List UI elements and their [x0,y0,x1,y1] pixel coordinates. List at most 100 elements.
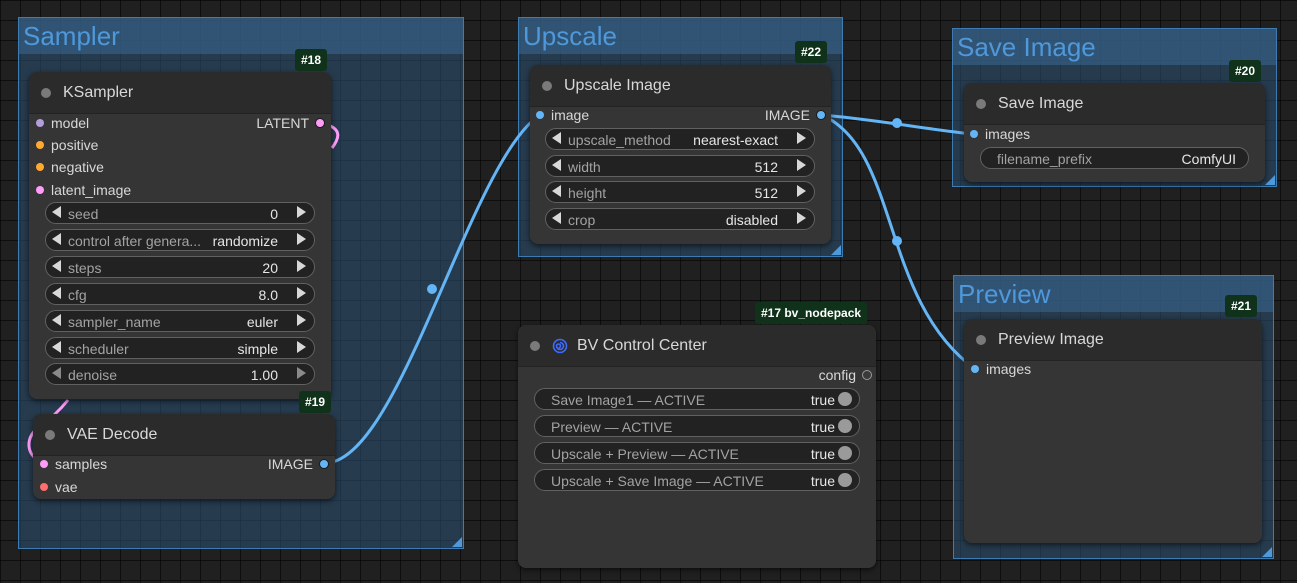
input-dot-icon[interactable] [40,460,48,468]
toggle-knob-icon[interactable] [838,419,852,433]
toggle-knob-icon[interactable] [838,446,852,460]
increment-arrow-icon[interactable] [297,287,306,299]
widget-cfg[interactable]: cfg 8.0 [45,283,315,305]
toggle-upscale-save-image[interactable]: Upscale + Save Image — ACTIVE true [534,469,860,491]
group-resize-handle[interactable] [1262,547,1272,557]
increment-arrow-icon[interactable] [797,212,806,224]
decrement-arrow-icon[interactable] [52,233,61,245]
collapse-dot-icon[interactable] [45,430,55,440]
decrement-arrow-icon[interactable] [52,260,61,272]
node-title-bar[interactable]: KSampler [29,72,331,114]
group-resize-handle[interactable] [831,245,841,255]
widget-denoise[interactable]: denoise 1.00 [45,363,315,385]
input-dot-icon[interactable] [970,130,978,138]
widget-value: nearest-exact [693,132,778,148]
widget-label: upscale_method [568,132,671,148]
toggle-upscale-preview[interactable]: Upscale + Preview — ACTIVE true [534,442,860,464]
input-slot-images[interactable]: images [970,126,1030,142]
widget-value: randomize [212,233,278,249]
group-resize-handle[interactable] [1265,175,1275,185]
node-preview-image[interactable]: Preview Image images [964,319,1262,543]
node-bv-control-center[interactable]: BV Control Center config Save Image1 — A… [518,325,876,568]
toggle-knob-icon[interactable] [838,473,852,487]
widget-label: seed [68,206,99,222]
input-dot-icon[interactable] [971,365,979,373]
input-dot-icon[interactable] [36,186,44,194]
widget-upscale-method[interactable]: upscale_method nearest-exact [545,128,815,150]
toggle-save-image1[interactable]: Save Image1 — ACTIVE true [534,388,860,410]
decrement-arrow-icon[interactable] [52,314,61,326]
output-slot-image[interactable]: IMAGE [268,456,329,472]
input-label: samples [55,456,108,472]
wire-midpoint[interactable] [892,118,902,128]
toggle-knob-icon[interactable] [838,392,852,406]
output-dot-icon[interactable] [319,459,329,469]
input-dot-icon[interactable] [36,119,44,127]
output-dot-icon[interactable] [816,110,826,120]
decrement-arrow-icon[interactable] [552,132,561,144]
collapse-dot-icon[interactable] [976,99,986,109]
collapse-dot-icon[interactable] [41,88,51,98]
input-slot-image[interactable]: image [536,107,589,123]
decrement-arrow-icon[interactable] [52,287,61,299]
increment-arrow-icon[interactable] [297,314,306,326]
widget-seed[interactable]: seed 0 [45,202,315,224]
node-title-bar[interactable]: VAE Decode [33,414,335,456]
collapse-dot-icon[interactable] [976,335,986,345]
node-upscale-image[interactable]: Upscale Image image IMAGE upscale_method… [530,65,831,244]
input-slot-samples[interactable]: samples [40,456,108,472]
group-resize-handle[interactable] [452,537,462,547]
input-slot-positive[interactable]: positive [36,137,98,153]
node-title-bar[interactable]: Preview Image [964,319,1262,361]
output-slot-image[interactable]: IMAGE [765,107,826,123]
input-slot-model[interactable]: model [36,115,89,131]
decrement-arrow-icon[interactable] [52,206,61,218]
input-dot-icon[interactable] [40,483,48,491]
input-label: vae [55,479,78,495]
wire-midpoint[interactable] [892,236,902,246]
widget-height[interactable]: height 512 [545,181,815,203]
wire-upscale-to-save[interactable] [821,113,974,136]
increment-arrow-icon[interactable] [797,159,806,171]
decrement-arrow-icon[interactable] [52,367,61,379]
node-title-bar[interactable]: BV Control Center [518,325,876,367]
widget-crop[interactable]: crop disabled [545,208,815,230]
input-slot-latent-image[interactable]: latent_image [36,182,131,198]
input-dot-icon[interactable] [536,111,544,119]
node-ksampler[interactable]: KSampler model positive negative latent_… [29,72,331,399]
widget-width[interactable]: width 512 [545,155,815,177]
output-slot-config[interactable]: config [819,367,872,383]
node-title-bar[interactable]: Save Image [964,83,1265,125]
collapse-dot-icon[interactable] [542,81,552,91]
output-dot-icon[interactable] [315,118,325,128]
node-vae-decode[interactable]: VAE Decode samples vae IMAGE [33,414,335,499]
increment-arrow-icon[interactable] [297,206,306,218]
decrement-arrow-icon[interactable] [52,341,61,353]
output-slot-latent[interactable]: LATENT [256,115,325,131]
output-dot-icon[interactable] [862,370,872,380]
increment-arrow-icon[interactable] [297,260,306,272]
increment-arrow-icon[interactable] [297,233,306,245]
widget-control-after-generate[interactable]: control after genera... randomize [45,229,315,251]
increment-arrow-icon[interactable] [297,367,306,379]
widget-label: sampler_name [68,314,161,330]
collapse-dot-icon[interactable] [530,341,540,351]
toggle-preview[interactable]: Preview — ACTIVE true [534,415,860,437]
increment-arrow-icon[interactable] [797,132,806,144]
widget-sampler-name[interactable]: sampler_name euler [45,310,315,332]
widget-scheduler[interactable]: scheduler simple [45,337,315,359]
node-title-bar[interactable]: Upscale Image [530,65,831,107]
input-dot-icon[interactable] [36,141,44,149]
widget-filename-prefix[interactable]: filename_prefix ComfyUI [980,147,1249,169]
decrement-arrow-icon[interactable] [552,185,561,197]
node-save-image[interactable]: Save Image images filename_prefix ComfyUI [964,83,1265,182]
decrement-arrow-icon[interactable] [552,159,561,171]
increment-arrow-icon[interactable] [297,341,306,353]
decrement-arrow-icon[interactable] [552,212,561,224]
increment-arrow-icon[interactable] [797,185,806,197]
input-dot-icon[interactable] [36,163,44,171]
input-slot-vae[interactable]: vae [40,479,78,495]
widget-steps[interactable]: steps 20 [45,256,315,278]
input-slot-negative[interactable]: negative [36,159,104,175]
input-slot-images[interactable]: images [971,361,1031,377]
